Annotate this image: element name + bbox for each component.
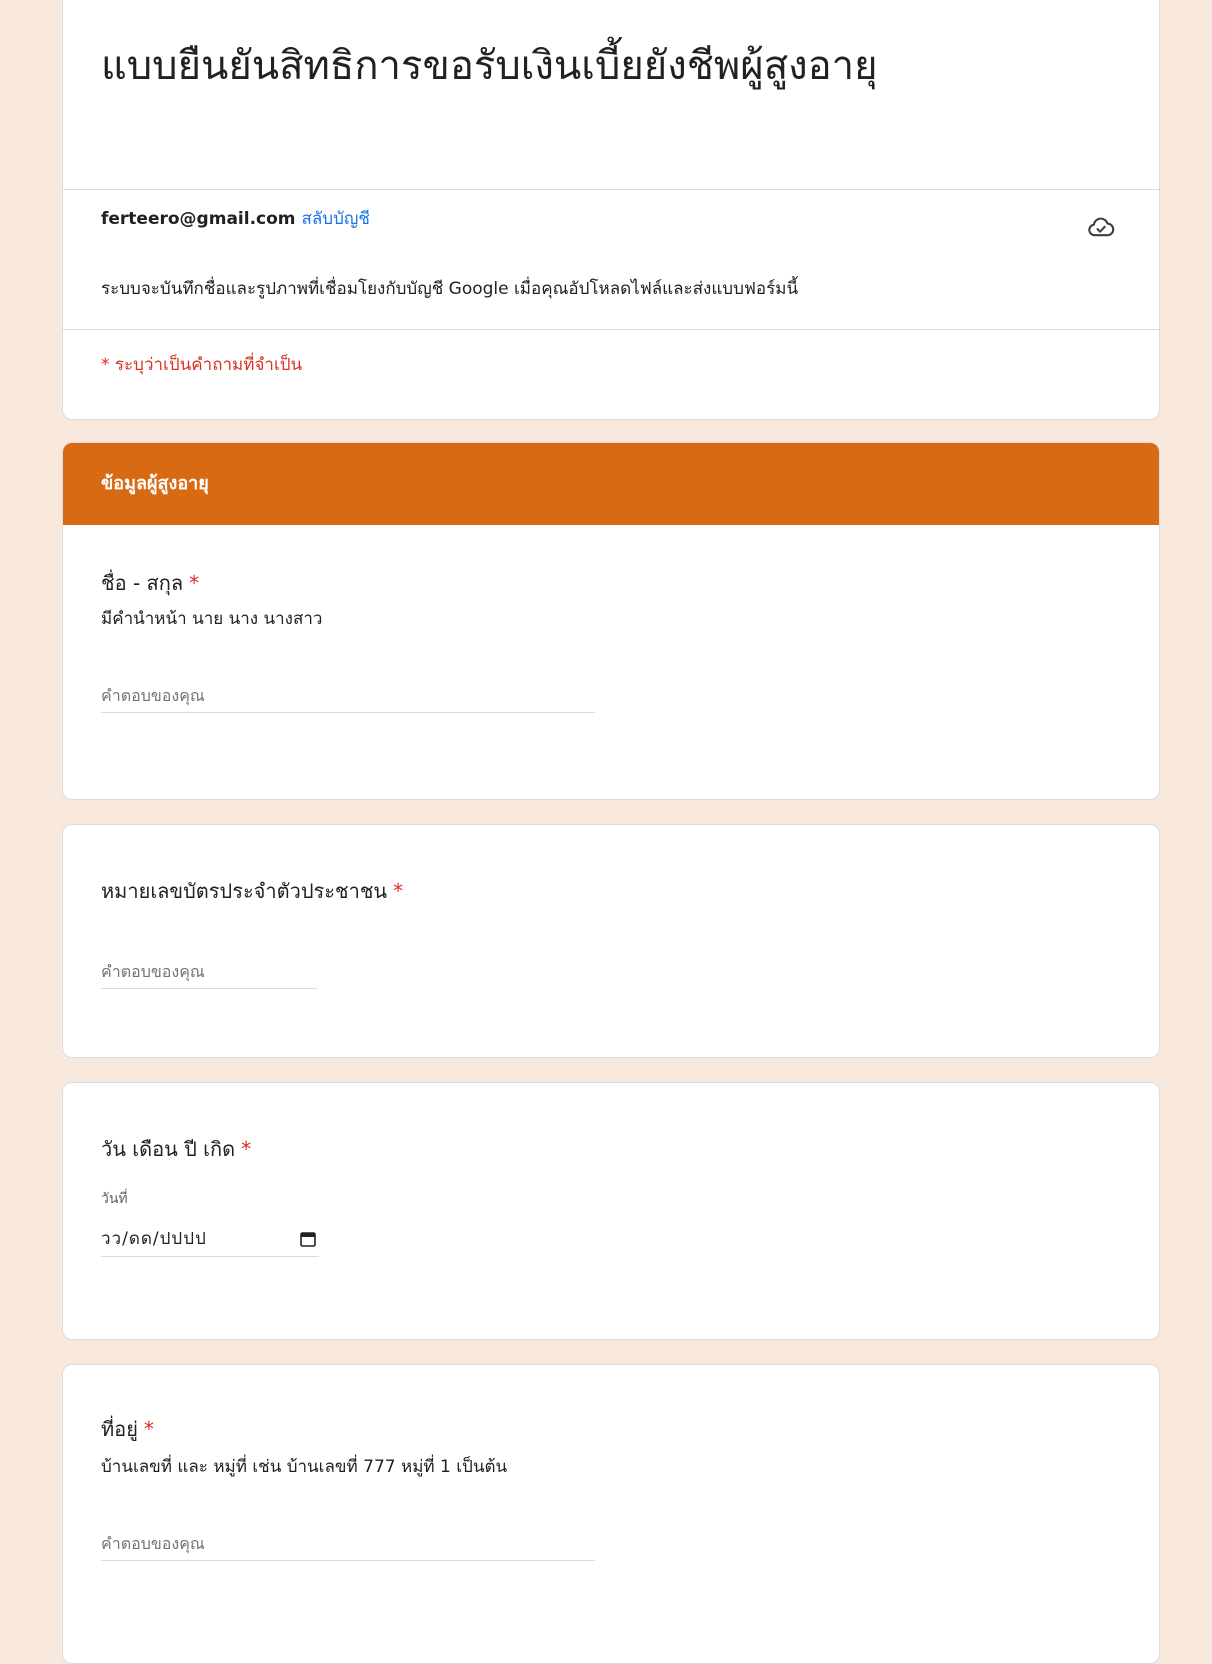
- date-placeholder: วว/ดด/ปปปป: [101, 1229, 207, 1249]
- section-title: ข้อมูลผู้สูงอายุ: [101, 473, 209, 494]
- section-card: ข้อมูลผู้สูงอายุ ชื่อ - สกุล * มีคำนำหน้า…: [62, 442, 1160, 800]
- privacy-notice: ระบบจะบันทึกชื่อและรูปภาพที่เชื่อมโยงกับ…: [101, 279, 799, 299]
- question-card-birthdate: วัน เดือน ปี เกิด * วันที่ วว/ดด/ปปปป: [62, 1082, 1160, 1340]
- birthdate-input[interactable]: วว/ดด/ปปปป: [101, 1221, 319, 1257]
- answer-field-name: [101, 679, 595, 713]
- required-star: *: [241, 1137, 252, 1161]
- name-input[interactable]: [101, 679, 595, 712]
- account-row: ferteero@gmail.com สลับบัญชี: [101, 207, 370, 231]
- address-input[interactable]: [101, 1527, 595, 1560]
- question-label: ชื่อ - สกุล: [101, 571, 184, 595]
- form-header-card: แบบยืนยันสิทธิการขอรับเงินเบี้ยยังชีพผู้…: [62, 0, 1160, 420]
- id-card-input[interactable]: [101, 955, 317, 988]
- required-star: *: [189, 571, 200, 595]
- question-card-address: ที่อยู่ * บ้านเลขที่ และ หมู่ที่ เช่น บ้า…: [62, 1364, 1160, 1664]
- calendar-icon[interactable]: [299, 1230, 317, 1248]
- section-header: ข้อมูลผู้สูงอายุ: [63, 443, 1159, 525]
- question-title-id: หมายเลขบัตรประจำตัวประชาชน *: [101, 877, 403, 905]
- question-card-id: หมายเลขบัตรประจำตัวประชาชน *: [62, 824, 1160, 1058]
- switch-account-link[interactable]: สลับบัญชี: [302, 209, 370, 229]
- cloud-done-icon: [1088, 217, 1115, 237]
- question-description-address: บ้านเลขที่ และ หมู่ที่ เช่น บ้านเลขที่ 7…: [101, 1457, 508, 1477]
- question-description-name: มีคำนำหน้า นาย นาง นางสาว: [101, 609, 323, 629]
- notice-divider: [63, 329, 1159, 330]
- answer-field-address: [101, 1527, 595, 1561]
- question-title-address: ที่อยู่ *: [101, 1415, 154, 1443]
- required-note: * ระบุว่าเป็นคำถามที่จำเป็น: [101, 355, 303, 375]
- required-star: *: [393, 879, 404, 903]
- question-label: วัน เดือน ปี เกิด: [101, 1137, 236, 1161]
- question-title-name: ชื่อ - สกุล *: [101, 569, 199, 597]
- question-title-birthdate: วัน เดือน ปี เกิด *: [101, 1135, 251, 1163]
- required-star: *: [143, 1417, 154, 1441]
- answer-field-id: [101, 955, 317, 989]
- date-label: วันที่: [101, 1191, 128, 1207]
- question-label: หมายเลขบัตรประจำตัวประชาชน: [101, 879, 388, 903]
- form-title: แบบยืนยันสิทธิการขอรับเงินเบี้ยยังชีพผู้…: [101, 43, 878, 89]
- header-divider: [63, 189, 1159, 190]
- question-label: ที่อยู่: [101, 1417, 138, 1441]
- account-email: ferteero@gmail.com: [101, 209, 296, 229]
